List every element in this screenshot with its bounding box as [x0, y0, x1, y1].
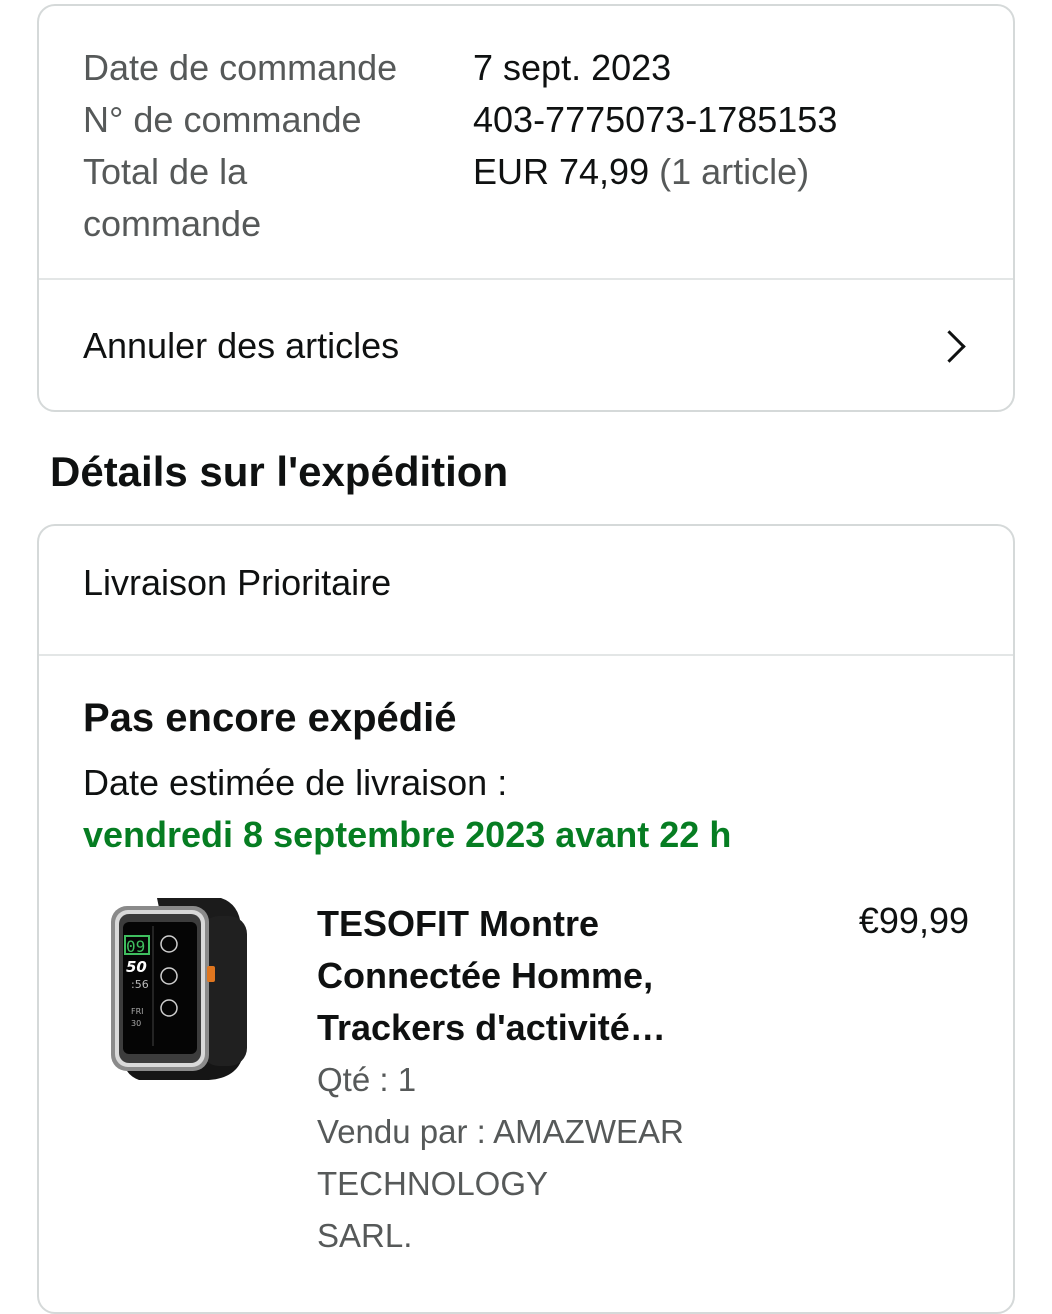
smartwatch-image: 09 50 :56 FRI 30	[111, 898, 247, 1080]
order-total-label-line1: Total de la	[83, 151, 248, 192]
product-title-line1: TESOFIT Montre	[317, 903, 599, 944]
shipment-card: Livraison Prioritaire Pas encore expédié…	[37, 524, 1015, 1314]
watch-date: 30	[131, 1019, 141, 1028]
product-title-line2: Connectée Homme,	[317, 955, 654, 996]
delivery-method: Livraison Prioritaire	[83, 562, 392, 603]
estimated-delivery-label: Date estimée de livraison :	[83, 762, 508, 803]
product-info: TESOFIT Montre Connectée Homme, Trackers…	[317, 898, 917, 1262]
order-summary-card: Date de commande 7 sept. 2023 N° de comm…	[37, 4, 1015, 412]
order-number-value: 403-7775073-1785153	[473, 99, 838, 140]
product-price: €99,99	[858, 900, 969, 941]
order-date-value: 7 sept. 2023	[473, 47, 672, 88]
order-total-label-line2: commande	[83, 203, 262, 244]
order-number-label: N° de commande	[83, 99, 362, 140]
product-quantity: Qté : 1	[317, 1061, 417, 1098]
order-date-row: Date de commande 7 sept. 2023	[83, 42, 973, 94]
divider	[39, 654, 1013, 656]
estimated-delivery-date: vendredi 8 septembre 2023 avant 22 h	[83, 814, 732, 855]
product-seller-line1: Vendu par : AMAZWEAR TECHNOLOGY	[317, 1113, 684, 1202]
order-summary: Date de commande 7 sept. 2023 N° de comm…	[83, 42, 973, 250]
shipping-details-heading: Détails sur l'expédition	[50, 448, 509, 495]
watch-seconds: :56	[131, 978, 149, 991]
product-title-line3: Trackers d'activité…	[317, 1007, 666, 1048]
product-title-link[interactable]: TESOFIT Montre Connectée Homme, Trackers…	[317, 898, 917, 1054]
cancel-items-label: Annuler des articles	[83, 325, 400, 366]
watch-day: FRI	[131, 1007, 144, 1016]
chevron-right-icon	[933, 329, 966, 363]
product-seller-line2: SARL.	[317, 1217, 413, 1254]
order-total-amount: EUR 74,99	[473, 151, 650, 192]
order-total-label: Total de la commande	[83, 146, 473, 250]
order-total-value: EUR 74,99 (1 article)	[473, 146, 809, 250]
shipment-status: Pas encore expédié	[83, 696, 457, 740]
order-date-label: Date de commande	[83, 47, 398, 88]
product-seller: Vendu par : AMAZWEAR TECHNOLOGY SARL.	[317, 1106, 917, 1262]
cancel-items-button[interactable]: Annuler des articles	[39, 280, 1013, 412]
product-image[interactable]: 09 50 :56 FRI 30	[109, 896, 249, 1081]
watch-minute: 50	[126, 958, 147, 976]
order-item-count: (1 article)	[659, 151, 810, 192]
order-number-row: N° de commande 403-7775073-1785153	[83, 94, 973, 146]
order-total-row: Total de la commande EUR 74,99 (1 articl…	[83, 146, 973, 250]
watch-hour: 09	[126, 937, 145, 956]
